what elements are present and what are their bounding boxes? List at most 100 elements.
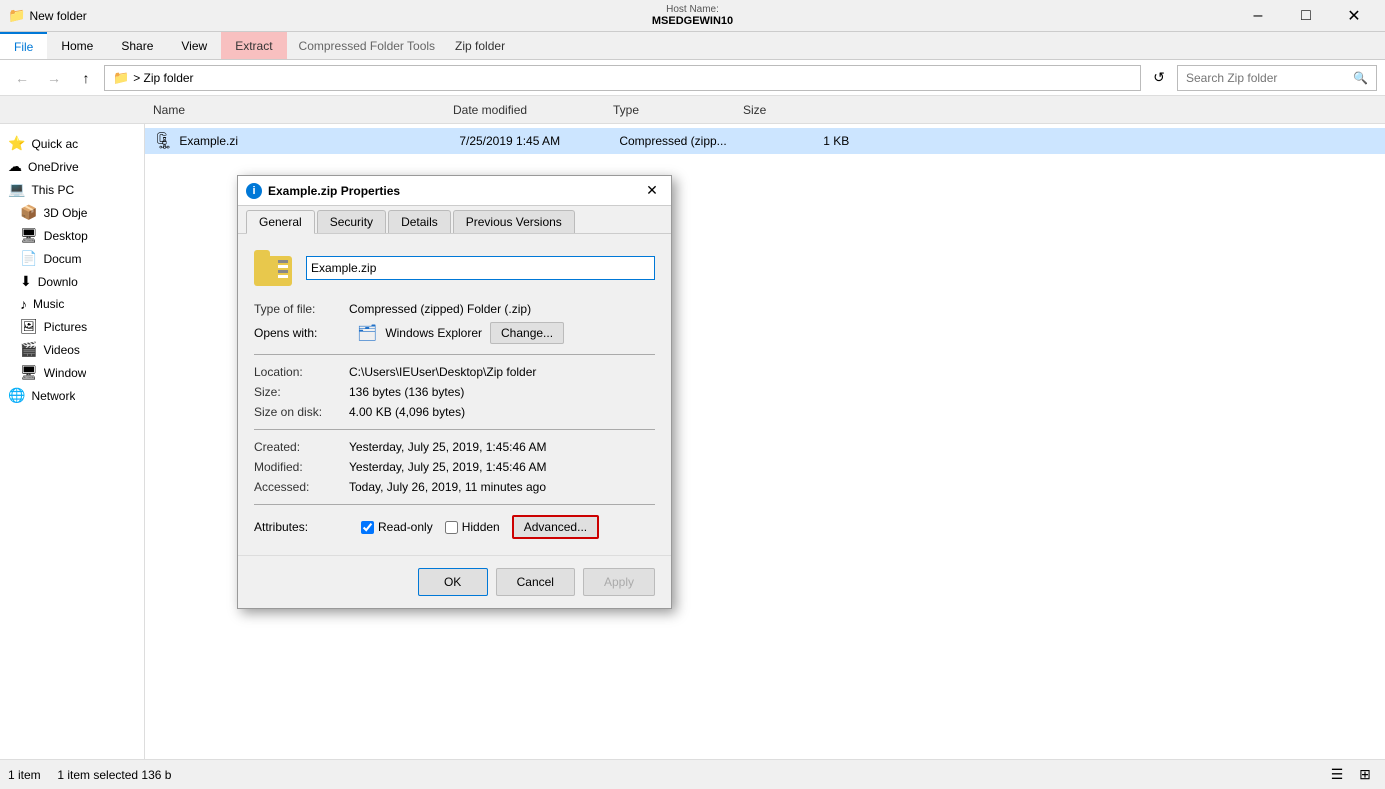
forward-button[interactable]: →: [40, 64, 68, 92]
prop-label-created: Created:: [254, 440, 349, 454]
sidebar-item-onedrive[interactable]: ☁ OneDrive: [0, 155, 144, 178]
file-type: Compressed (zipp...: [619, 134, 749, 148]
tab-home[interactable]: Home: [47, 32, 107, 59]
dialog-buttons: OK Cancel Apply: [238, 555, 671, 608]
readonly-checkbox[interactable]: [361, 521, 374, 534]
filename-input[interactable]: [306, 256, 655, 280]
prop-row-created: Created: Yesterday, July 25, 2019, 1:45:…: [254, 440, 655, 454]
prop-value-size-disk: 4.00 KB (4,096 bytes): [349, 405, 465, 419]
window-close-button[interactable]: ✕: [1331, 0, 1377, 32]
windows-explorer-icon: 🗂: [357, 323, 377, 343]
file-name: Example.zi: [179, 134, 459, 148]
zip-folder-label: Zip folder: [447, 39, 513, 53]
tab-file[interactable]: File: [0, 32, 47, 59]
prop-value-size: 136 bytes (136 bytes): [349, 385, 464, 399]
opens-with-content: 🗂 Windows Explorer Change...: [357, 322, 655, 344]
col-header-name[interactable]: Name: [145, 96, 445, 123]
sidebar-item-label: Quick ac: [31, 137, 78, 151]
prop-value-type: Compressed (zipped) Folder (.zip): [349, 302, 531, 316]
info-icon: i: [246, 183, 262, 199]
apply-button[interactable]: Apply: [583, 568, 655, 596]
maximize-button[interactable]: □: [1283, 0, 1329, 32]
sidebar-item-label: OneDrive: [28, 160, 79, 174]
refresh-button[interactable]: ↺: [1145, 64, 1173, 92]
tab-share[interactable]: Share: [107, 32, 167, 59]
sidebar-item-windows[interactable]: 🖥 Window: [0, 361, 144, 384]
hidden-label: Hidden: [462, 520, 500, 534]
prop-label-modified: Modified:: [254, 460, 349, 474]
cancel-button[interactable]: Cancel: [496, 568, 575, 596]
search-icon: 🔍: [1353, 71, 1368, 85]
sidebar-item-3d-objects[interactable]: 📦 3D Obje: [0, 201, 144, 224]
address-path[interactable]: 📁 > Zip folder: [104, 65, 1141, 91]
sidebar-item-pictures[interactable]: 🖼 Pictures: [0, 315, 144, 338]
status-bar: 1 item 1 item selected 136 b ☰ ⊞: [0, 759, 1385, 789]
details-view-button[interactable]: ☰: [1325, 763, 1349, 787]
prop-row-size-disk: Size on disk: 4.00 KB (4,096 bytes): [254, 405, 655, 419]
up-button[interactable]: ↑: [72, 64, 100, 92]
tab-previous-versions[interactable]: Previous Versions: [453, 210, 575, 233]
search-box[interactable]: 🔍: [1177, 65, 1377, 91]
compressed-tools-label: Compressed Folder Tools: [287, 39, 448, 53]
advanced-button[interactable]: Advanced...: [512, 515, 599, 539]
sidebar-item-quick-access[interactable]: ⭐ Quick ac: [0, 132, 144, 155]
col-header-type[interactable]: Type: [605, 96, 735, 123]
prop-label-type: Type of file:: [254, 302, 349, 316]
file-zip-icon: 🗜: [153, 131, 173, 151]
pictures-icon: 🖼: [20, 318, 38, 335]
file-header: [254, 250, 655, 286]
tab-details[interactable]: Details: [388, 210, 451, 233]
tab-security[interactable]: Security: [317, 210, 386, 233]
back-button[interactable]: ←: [8, 64, 36, 92]
file-date: 7/25/2019 1:45 AM: [459, 134, 619, 148]
prop-label-accessed: Accessed:: [254, 480, 349, 494]
hidden-checkbox[interactable]: [445, 521, 458, 534]
sidebar-item-network[interactable]: 🌐 Network: [0, 384, 144, 407]
sidebar-item-music[interactable]: ♪ Music: [0, 293, 144, 315]
file-size: 1 KB: [749, 134, 849, 148]
col-header-date[interactable]: Date modified: [445, 96, 605, 123]
table-row[interactable]: 🗜 Example.zi 7/25/2019 1:45 AM Compresse…: [145, 128, 1385, 154]
prop-label-location: Location:: [254, 365, 349, 379]
sidebar-item-this-pc[interactable]: 💻 This PC: [0, 178, 144, 201]
ok-button[interactable]: OK: [418, 568, 488, 596]
sidebar-item-videos[interactable]: 🎬 Videos: [0, 338, 144, 361]
title-bar-center: Host Name: MSEDGEWIN10: [652, 4, 733, 27]
sidebar-item-label: Pictures: [44, 320, 87, 334]
sidebar-item-downloads[interactable]: ⬇ Downlo: [0, 270, 144, 293]
dialog-title-bar: i Example.zip Properties ✕: [238, 176, 671, 206]
tab-view[interactable]: View: [167, 32, 221, 59]
prop-row-location: Location: C:\Users\IEUser\Desktop\Zip fo…: [254, 365, 655, 379]
desktop-icon: 🖥: [20, 227, 38, 244]
attributes-row: Attributes: Read-only Hidden Advanced...: [254, 515, 655, 539]
change-button[interactable]: Change...: [490, 322, 564, 344]
sidebar-item-label: 3D Obje: [43, 206, 87, 220]
folder-icon-small: 📁: [113, 70, 129, 86]
hidden-checkbox-label[interactable]: Hidden: [445, 520, 500, 534]
dialog-close-button[interactable]: ✕: [641, 180, 663, 202]
opens-with-app: Windows Explorer: [385, 326, 482, 340]
tab-extract[interactable]: Extract: [221, 32, 286, 59]
minimize-button[interactable]: –: [1235, 0, 1281, 32]
sidebar-item-documents[interactable]: 📄 Docum: [0, 247, 144, 270]
window-folder-icon: 📁: [8, 7, 25, 24]
zip-file-icon: [254, 250, 294, 286]
large-icons-button[interactable]: ⊞: [1353, 763, 1377, 787]
documents-icon: 📄: [20, 250, 37, 267]
search-input[interactable]: [1186, 71, 1349, 85]
attr-label: Attributes:: [254, 520, 349, 534]
address-text: > Zip folder: [133, 71, 193, 85]
column-headers: Name Date modified Type Size: [0, 96, 1385, 124]
this-pc-icon: 💻: [8, 181, 25, 198]
col-header-size[interactable]: Size: [735, 96, 835, 123]
readonly-checkbox-label[interactable]: Read-only: [361, 520, 433, 534]
dialog-title-text: Example.zip Properties: [268, 184, 400, 198]
sidebar-item-label: Docum: [43, 252, 81, 266]
sidebar-item-desktop[interactable]: 🖥 Desktop: [0, 224, 144, 247]
opens-with-label: Opens with:: [254, 326, 349, 340]
music-icon: ♪: [20, 296, 27, 312]
tab-general[interactable]: General: [246, 210, 315, 234]
divider-3: [254, 504, 655, 505]
sidebar-item-label: Downlo: [38, 275, 78, 289]
hostname-value: MSEDGEWIN10: [652, 15, 733, 27]
